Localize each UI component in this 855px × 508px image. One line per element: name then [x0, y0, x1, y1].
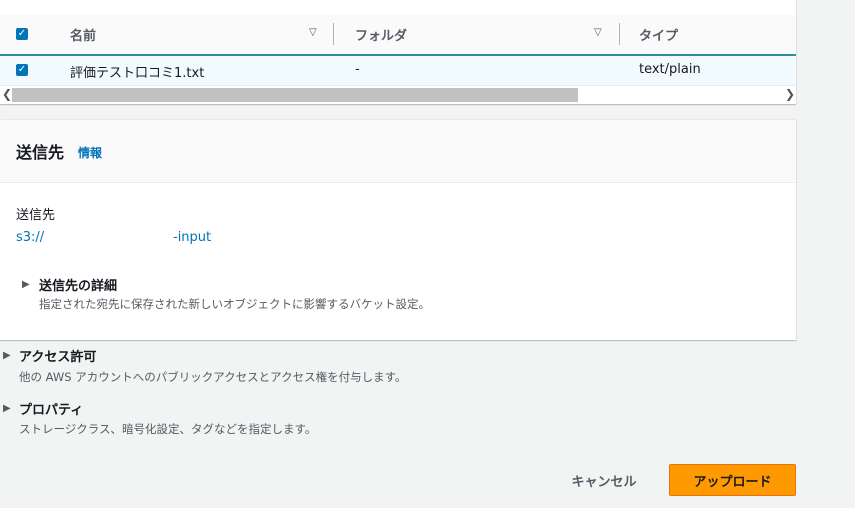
column-resizer[interactable]: [333, 23, 334, 45]
table-top-strip: [0, 0, 796, 16]
horizontal-scrollbar[interactable]: ❮ ❯: [0, 85, 796, 104]
caret-right-icon[interactable]: ▶: [3, 403, 11, 414]
type-cell: text/plain: [639, 62, 701, 77]
table-row[interactable]: ✓ 評価テスト口コミ1.txt - text/plain: [0, 55, 796, 86]
sort-descending-icon[interactable]: ▽: [594, 27, 602, 38]
file-name-cell: 評価テスト口コミ1.txt: [70, 66, 205, 81]
scrollbar-thumb[interactable]: [12, 88, 578, 102]
column-header-folder[interactable]: フォルダ: [355, 25, 407, 44]
destination-header: 送信先 情報: [0, 120, 796, 183]
access-permissions-description: 他の AWS アカウントへのパブリックアクセスとアクセス権を付与します。: [19, 370, 407, 384]
table-header-row: ✓ 名前 ▽ フォルダ ▽ タイプ: [0, 15, 796, 55]
properties-description: ストレージクラス、暗号化設定、タグなどを指定します。: [19, 422, 317, 436]
access-permissions-toggle[interactable]: アクセス許可: [19, 346, 96, 365]
row-checkbox[interactable]: ✓: [16, 64, 28, 76]
destination-panel: 送信先 情報 送信先 s3:// -input ▶ 送信先の詳細 指定された宛先…: [0, 120, 796, 340]
info-link[interactable]: 情報: [78, 144, 102, 161]
s3-bucket-link[interactable]: -input: [173, 230, 211, 245]
destination-details-description: 指定された宛先に保存された新しいオブジェクトに影響するバケット設定。: [39, 297, 430, 311]
upload-button[interactable]: アップロード: [669, 464, 796, 496]
caret-right-icon[interactable]: ▶: [3, 350, 11, 361]
properties-toggle[interactable]: プロパティ: [19, 399, 83, 418]
scroll-left-icon[interactable]: ❮: [2, 87, 12, 101]
destination-label: 送信先: [16, 208, 56, 223]
files-table-panel: ✓ 名前 ▽ フォルダ ▽ タイプ ✓ 評価テスト口コミ1.txt - text…: [0, 0, 796, 104]
scroll-right-icon[interactable]: ❯: [785, 87, 795, 101]
s3-prefix-link[interactable]: s3://: [16, 230, 44, 245]
sort-descending-icon[interactable]: ▽: [309, 27, 317, 38]
column-header-type[interactable]: タイプ: [639, 25, 678, 44]
destination-heading: 送信先: [16, 143, 65, 162]
folder-cell: -: [355, 62, 360, 77]
destination-details-toggle[interactable]: 送信先の詳細: [39, 275, 117, 294]
cancel-button[interactable]: キャンセル: [556, 464, 652, 496]
select-all-checkbox[interactable]: ✓: [16, 28, 28, 40]
column-header-name[interactable]: 名前: [70, 25, 96, 44]
caret-right-icon[interactable]: ▶: [22, 279, 30, 290]
column-resizer[interactable]: [619, 23, 620, 45]
